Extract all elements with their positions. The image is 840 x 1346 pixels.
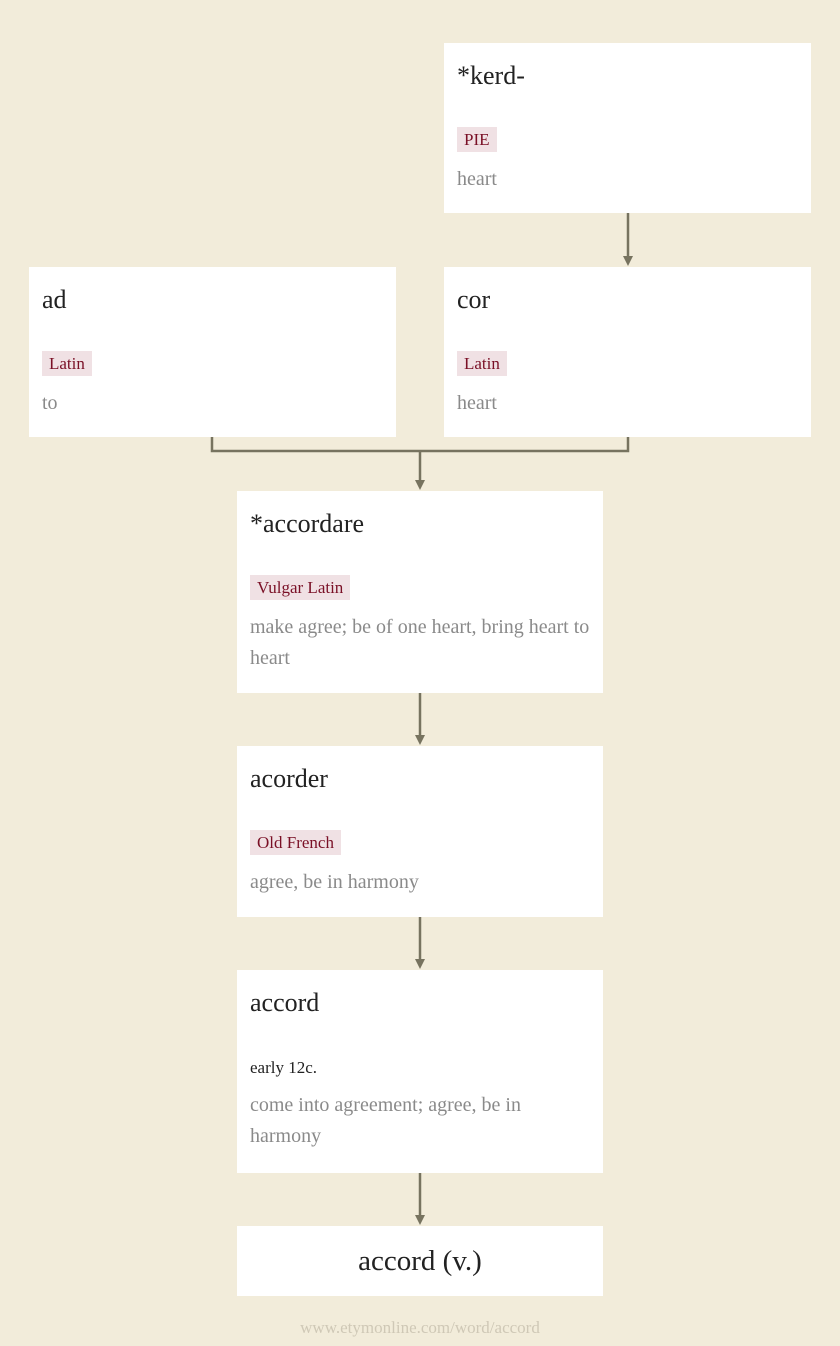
arrowhead xyxy=(415,1215,425,1225)
arrowhead xyxy=(415,480,425,490)
node-accord[interactable]: accord early 12c. come into agreement; a… xyxy=(237,970,603,1173)
language-tag: PIE xyxy=(457,127,497,152)
arrowhead xyxy=(415,959,425,969)
node-word: *kerd- xyxy=(457,61,525,90)
node-word: cor xyxy=(457,285,491,314)
language-tag: Latin xyxy=(457,351,507,376)
node-gloss: heart xyxy=(457,168,497,190)
node-word: accord xyxy=(250,988,320,1017)
node-ad[interactable]: ad Latin to xyxy=(29,267,396,437)
node-word: ad xyxy=(42,285,67,314)
node-gloss: heart xyxy=(457,392,497,414)
node-gloss: to xyxy=(42,392,58,414)
node-gloss: make agree; be of one heart, bring heart… xyxy=(250,616,590,669)
connector-merge xyxy=(210,437,630,453)
node-cor[interactable]: cor Latin heart xyxy=(444,267,811,437)
node-kerd[interactable]: *kerd- PIE heart xyxy=(444,43,811,213)
node-accordare[interactable]: *accordare Vulgar Latin make agree; be o… xyxy=(237,491,603,693)
node-gloss: come into agreement; agree, be in harmon… xyxy=(250,1094,521,1147)
node-final[interactable]: accord (v.) xyxy=(237,1226,603,1296)
source-url: www.etymonline.com/word/accord xyxy=(300,1318,540,1337)
node-word: acorder xyxy=(250,764,328,793)
node-word: *accordare xyxy=(250,509,365,538)
arrowhead xyxy=(415,735,425,745)
node-gloss: agree, be in harmony xyxy=(250,871,419,893)
node-acorder[interactable]: acorder Old French agree, be in harmony xyxy=(237,746,603,917)
date-label: early 12c. xyxy=(250,1058,318,1077)
language-tag: Vulgar Latin xyxy=(250,575,351,600)
language-tag: Latin xyxy=(42,351,92,376)
arrowhead xyxy=(623,256,633,266)
language-tag: Old French xyxy=(250,830,341,855)
final-word: accord (v.) xyxy=(358,1245,482,1277)
